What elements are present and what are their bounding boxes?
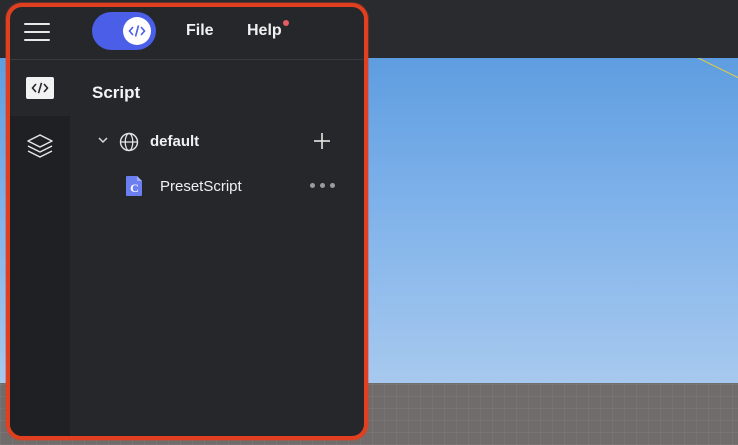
toggle-knob: [123, 17, 151, 45]
script-editor-panel: File Help Script default C PresetScript: [6, 3, 368, 440]
code-icon: [128, 25, 146, 37]
axis-gizmo-line: [698, 58, 738, 79]
svg-text:C: C: [130, 181, 139, 195]
more-icon[interactable]: [308, 183, 338, 191]
layers-icon: [27, 134, 53, 158]
tree-item-presetscript[interactable]: C PresetScript: [70, 167, 364, 201]
chevron-down-icon[interactable]: [98, 137, 108, 144]
tree-item-default[interactable]: default: [70, 125, 364, 159]
globe-icon: [119, 132, 139, 152]
plus-icon[interactable]: [311, 130, 333, 152]
code-editor-icon: [26, 77, 54, 99]
help-notification-dot: [283, 20, 289, 26]
script-tree-panel: Script default C PresetScript: [70, 60, 364, 436]
script-file-icon: C: [126, 176, 142, 196]
rail-item-layers[interactable]: [10, 118, 70, 174]
menu-help[interactable]: Help: [247, 22, 282, 40]
hamburger-menu-icon[interactable]: [24, 21, 50, 43]
rail-item-scripts[interactable]: [10, 60, 70, 116]
tree-item-label: default: [150, 133, 200, 150]
panel-header: File Help: [10, 7, 364, 60]
menu-file[interactable]: File: [186, 22, 214, 40]
left-rail: [10, 60, 70, 436]
tree-item-label: PresetScript: [160, 178, 242, 195]
section-title: Script: [92, 83, 141, 102]
code-mode-toggle[interactable]: [92, 12, 156, 50]
app-root: File Help Script default C PresetScript: [0, 0, 738, 445]
